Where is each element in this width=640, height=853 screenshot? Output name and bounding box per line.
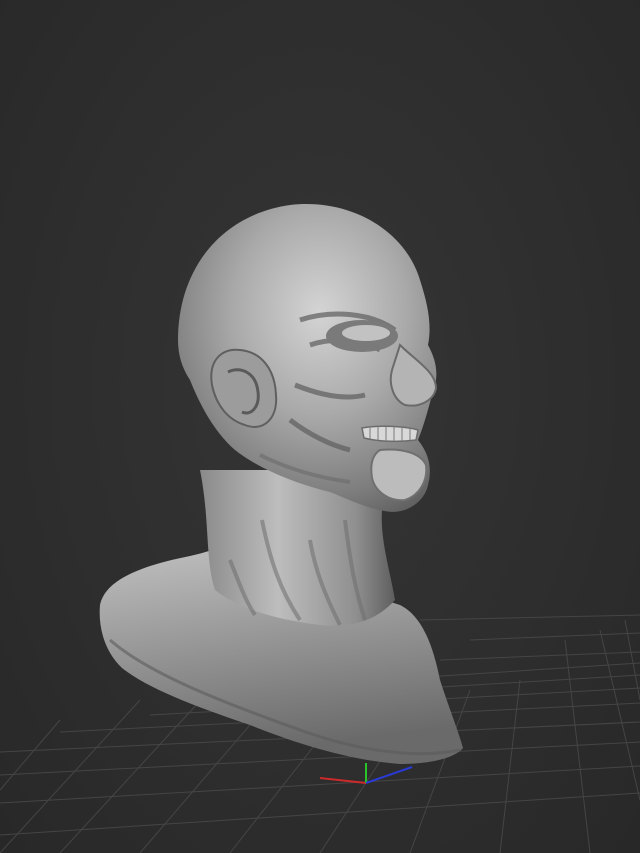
3d-viewport[interactable]: [0, 0, 640, 853]
bust-chin: [370, 448, 428, 502]
bust-teeth: [361, 425, 419, 443]
viewport-canvas[interactable]: [0, 0, 640, 853]
gizmo-x-axis: [319, 777, 367, 784]
